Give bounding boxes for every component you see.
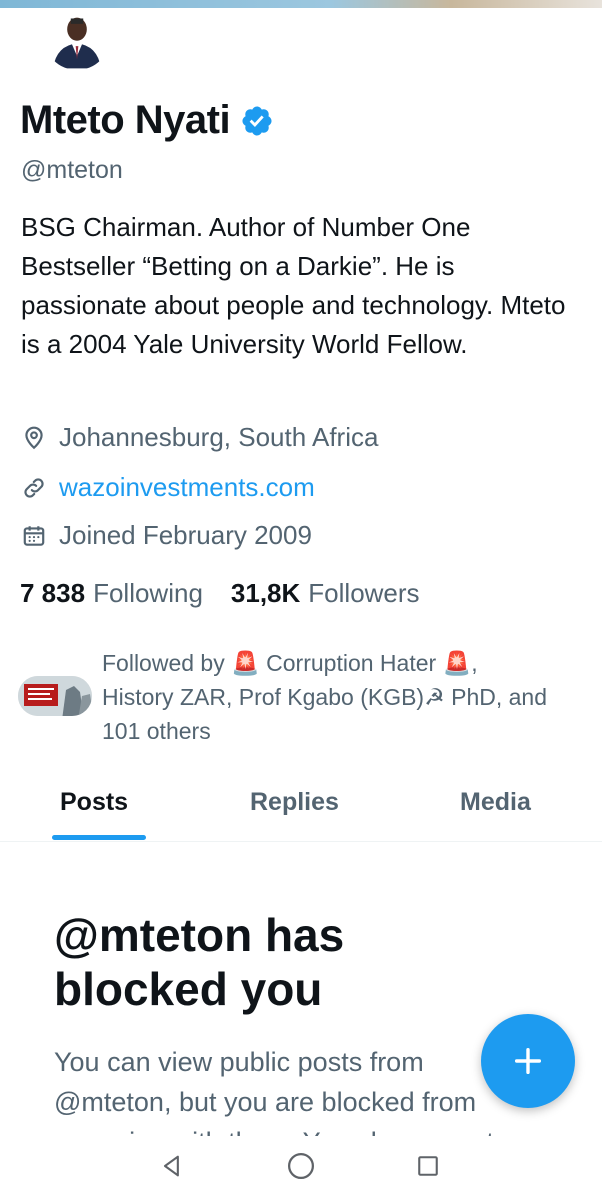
- location-pin-icon: [21, 425, 47, 451]
- blocked-title: @mteton has blocked you: [54, 909, 345, 1015]
- home-circle-icon[interactable]: [285, 1150, 317, 1182]
- blocked-description: You can view public posts from @mteton, …: [54, 1047, 494, 1136]
- compose-post-button[interactable]: [481, 1014, 575, 1108]
- link-icon: [21, 475, 47, 501]
- tab-replies[interactable]: Replies: [250, 788, 339, 817]
- profile-joined: Joined February 2009: [21, 520, 312, 551]
- joined-text: Joined February 2009: [59, 520, 312, 550]
- profile-name-row: Mteto Nyati: [20, 98, 274, 143]
- profile-location: Johannesburg, South Africa: [21, 422, 378, 453]
- followed-by-section[interactable]: Followed by 🚨 Corruption Hater 🚨, Histor…: [16, 646, 596, 756]
- following-count: 7 838: [20, 578, 86, 608]
- following-link[interactable]: 7 838 Following: [20, 578, 203, 609]
- tab-media[interactable]: Media: [460, 788, 531, 817]
- tab-posts[interactable]: Posts: [60, 788, 128, 817]
- recent-square-icon[interactable]: [412, 1150, 444, 1182]
- profile-avatar[interactable]: [40, 8, 114, 74]
- plus-icon: [514, 1047, 542, 1075]
- active-tab-indicator: [52, 835, 146, 840]
- profile-bio: BSG Chairman. Author of Number One Bests…: [21, 212, 566, 359]
- following-label: Following: [93, 578, 203, 608]
- back-triangle-icon[interactable]: [156, 1150, 188, 1182]
- followers-label: Followers: [308, 578, 420, 608]
- profile-tabs: Posts Replies Media: [0, 772, 602, 842]
- website-link[interactable]: wazoinvestments.com: [59, 472, 315, 503]
- avatar-image: [44, 9, 110, 69]
- profile-name: Mteto Nyati: [20, 98, 231, 142]
- profile-stats: 7 838 Following 31,8K Followers: [20, 578, 420, 609]
- followers-link[interactable]: 31,8K Followers: [231, 578, 420, 609]
- profile-banner[interactable]: [0, 0, 602, 8]
- followed-by-line-2: History ZAR, Prof Kgabo (KGB)☭ PhD, and: [102, 684, 547, 710]
- followed-by-line-1: Followed by 🚨 Corruption Hater 🚨,: [102, 650, 478, 676]
- system-navigation-bar: [0, 1136, 602, 1200]
- follower-avatar-stack: [16, 674, 94, 718]
- profile-website: wazoinvestments.com: [21, 472, 315, 503]
- followers-count: 31,8K: [230, 578, 301, 608]
- location-text: Johannesburg, South Africa: [59, 422, 379, 452]
- followed-by-text: Followed by 🚨 Corruption Hater 🚨, Histor…: [102, 646, 596, 748]
- verified-badge-icon[interactable]: [240, 104, 274, 138]
- profile-handle: @mteton: [21, 156, 123, 184]
- calendar-icon: [21, 523, 47, 549]
- followed-by-line-3: 101 others: [102, 718, 211, 744]
